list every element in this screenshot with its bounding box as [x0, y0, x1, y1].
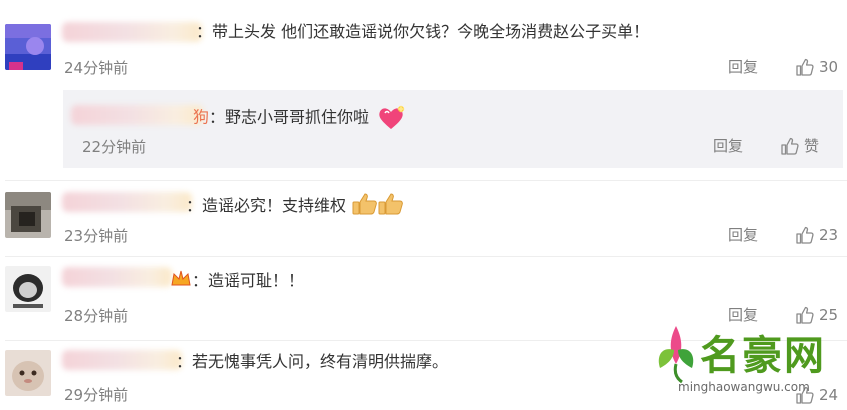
username[interactable] — [62, 22, 202, 42]
comment-text: ：造谣可耻！！ — [192, 271, 305, 290]
watermark-url: minghaowangwu.com — [678, 380, 810, 394]
comment-time: 29分钟前 — [64, 386, 129, 404]
like-count: 30 — [819, 58, 839, 76]
comment-time: 28分钟前 — [64, 307, 129, 325]
comment-text: ：造谣必究！支持维权 — [186, 192, 405, 221]
avatar[interactable] — [5, 350, 51, 396]
like-button[interactable]: 赞 — [780, 136, 819, 156]
comment-item: ：造谣必究！支持维权 23分钟前 回复 23 — [0, 180, 847, 256]
vip-badge-icon — [170, 269, 192, 291]
reply-button[interactable]: 回复 — [728, 226, 758, 244]
reply-thread: 狗：野志小哥哥抓住你啦 22分钟前 回复 赞 — [63, 90, 843, 168]
reply-username[interactable] — [71, 105, 203, 125]
heart-emoji-icon — [379, 105, 406, 129]
leaf-logo-icon — [658, 326, 694, 384]
avatar[interactable] — [5, 192, 51, 238]
comment-time: 24分钟前 — [64, 59, 129, 77]
thumbs-up-icon — [781, 137, 799, 155]
username[interactable] — [62, 192, 192, 212]
thumbs-up-emoji-icon — [351, 192, 405, 221]
reply-button[interactable]: 回复 — [713, 137, 743, 155]
like-count: 23 — [819, 226, 839, 244]
reply-text-body: ：野志小哥哥抓住你啦 — [209, 107, 370, 127]
watermark-title: 名豪网 — [700, 333, 826, 379]
like-label: 赞 — [804, 137, 820, 155]
reply-text: 狗：野志小哥哥抓住你啦 — [193, 105, 406, 131]
reply-username-tail[interactable]: 狗 — [193, 108, 209, 127]
thumbs-up-icon — [796, 226, 814, 244]
avatar[interactable] — [5, 24, 51, 70]
site-watermark: 名豪网 minghaowangwu.com — [648, 318, 847, 410]
reply-button[interactable]: 回复 — [728, 58, 758, 76]
comment-item: ：带上头发 他们还敢造谣说你欠钱？今晚全场消费赵公子买单！ 24分钟前 回复 3… — [0, 0, 847, 88]
comment-text: ：带上头发 他们还敢造谣说你欠钱？今晚全场消费赵公子买单！ — [196, 22, 650, 41]
avatar[interactable] — [5, 266, 51, 312]
username[interactable] — [62, 350, 182, 370]
comment-text: ：若无愧事凭人问，终有清明供揣摩。 — [176, 352, 449, 371]
reply-time: 22分钟前 — [82, 138, 147, 156]
comment-text-body: ：造谣必究！支持维权 — [186, 196, 347, 215]
thumbs-up-icon — [796, 58, 814, 76]
like-button[interactable]: 30 — [795, 57, 838, 77]
like-button[interactable]: 23 — [795, 225, 838, 245]
comment-time: 23分钟前 — [64, 227, 129, 245]
username[interactable] — [62, 267, 172, 287]
